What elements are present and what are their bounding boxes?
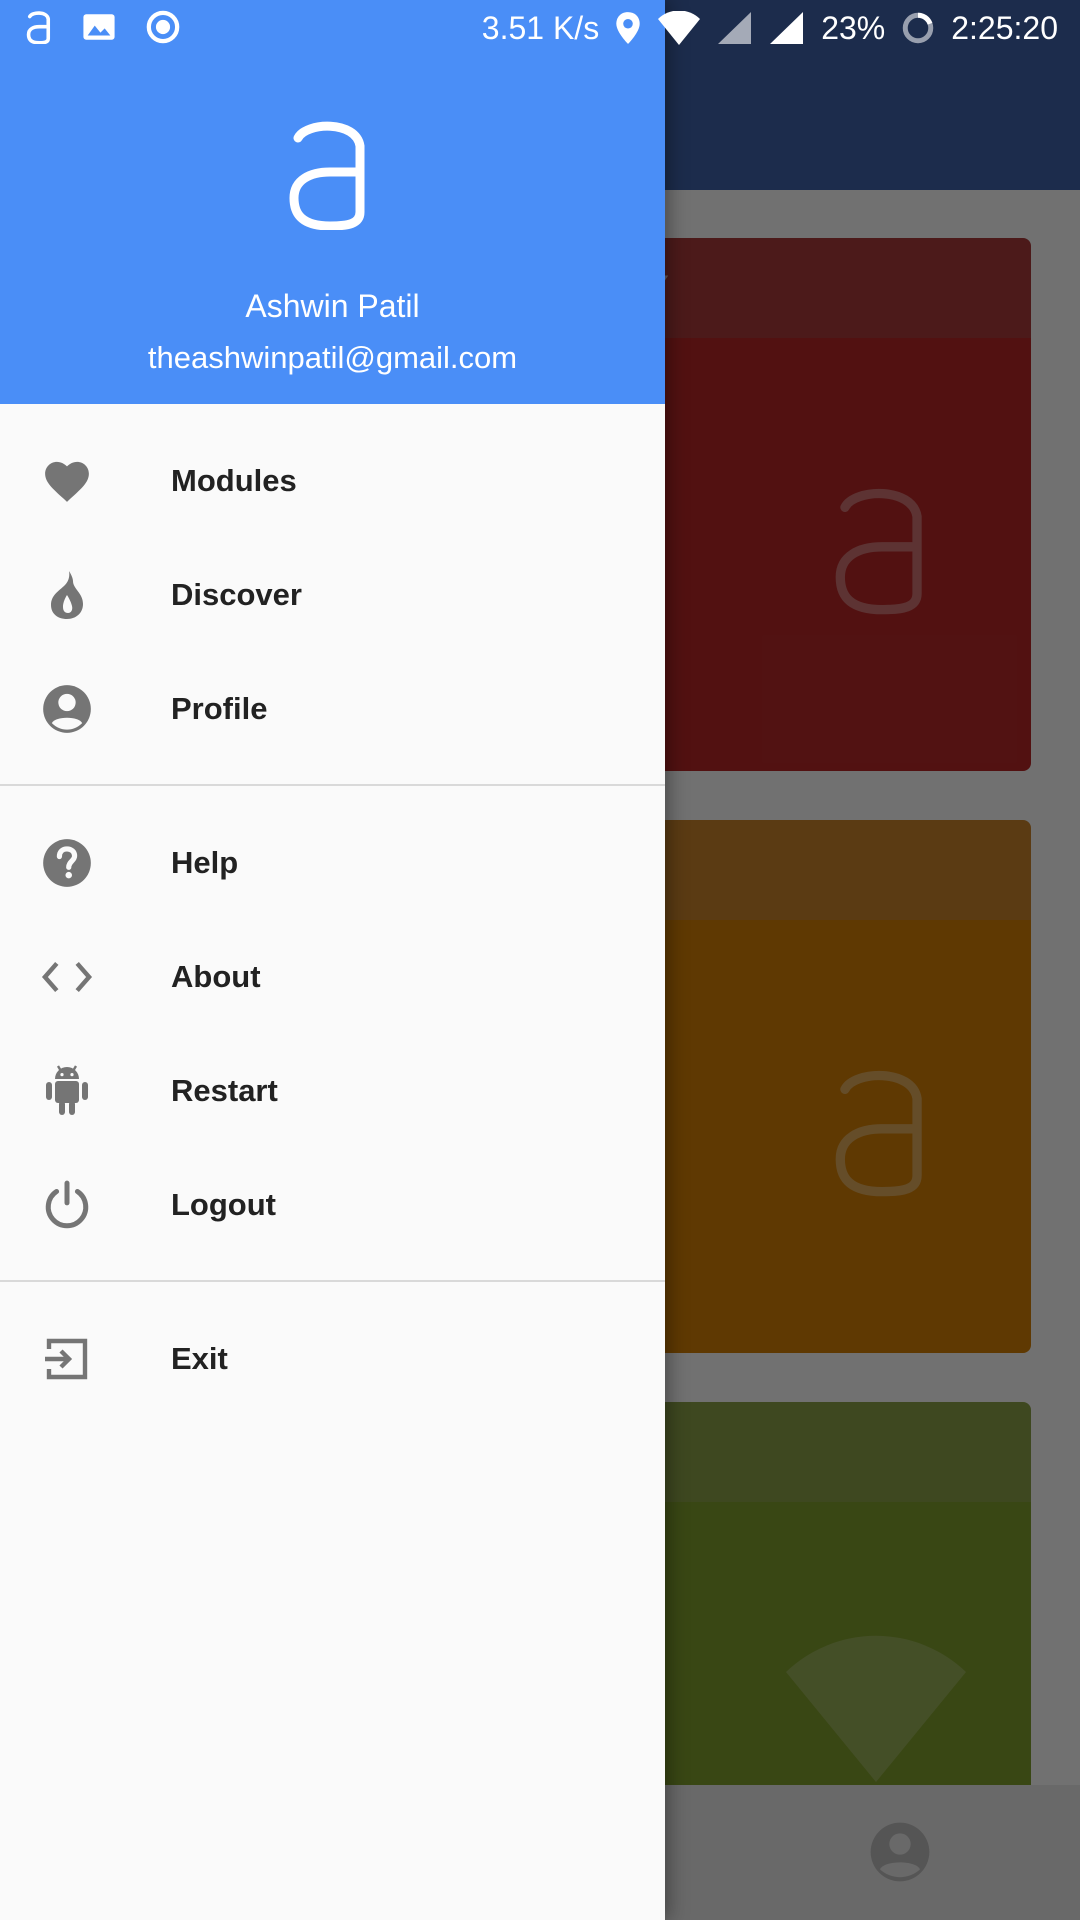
menu-item-label: About: [171, 959, 261, 994]
power-icon: [40, 1178, 94, 1232]
status-bar: 3.51 K/s 23% 2:25:20: [0, 0, 1080, 56]
divider: [0, 1280, 665, 1282]
menu-item-label: Help: [171, 845, 239, 880]
menu-item-label: Logout: [171, 1187, 277, 1222]
user-name: Ashwin Patil: [245, 288, 420, 324]
cell-signal-icon: [770, 12, 804, 44]
menu-item-about[interactable]: About: [0, 920, 665, 1034]
network-speed: 3.51 K/s: [481, 10, 600, 46]
menu-item-exit[interactable]: Exit: [0, 1302, 665, 1416]
menu-item-label: Exit: [171, 1341, 228, 1376]
image-notification-icon: [83, 14, 115, 40]
location-icon: [616, 12, 640, 44]
menu-item-help[interactable]: Help: [0, 806, 665, 920]
menu-item-label: Modules: [171, 463, 297, 498]
wifi-signal-icon: [658, 11, 701, 45]
app-logo-icon: [289, 121, 365, 230]
heart-icon: [40, 454, 94, 508]
menu-item-label: Profile: [171, 691, 268, 726]
help-icon: [40, 836, 94, 890]
menu-item-profile[interactable]: Profile: [0, 652, 665, 766]
exit-icon: [40, 1332, 94, 1386]
user-email: theashwinpatil@gmail.com: [147, 340, 518, 375]
menu-item-modules[interactable]: Modules: [0, 424, 665, 538]
menu-item-label: Restart: [171, 1073, 278, 1108]
sync-notification-icon: [146, 10, 180, 44]
flame-icon: [40, 568, 94, 622]
menu-item-discover[interactable]: Discover: [0, 538, 665, 652]
menu-item-logout[interactable]: Logout: [0, 1148, 665, 1262]
android-icon: [40, 1064, 94, 1118]
cell-signal-icon: [718, 12, 752, 44]
account-circle-icon: [40, 682, 94, 736]
navigation-drawer: Ashwin Patil theashwinpatil@gmail.com Mo…: [0, 0, 665, 1920]
menu-item-label: Discover: [171, 577, 302, 612]
code-icon: [40, 950, 94, 1004]
menu-item-restart[interactable]: Restart: [0, 1034, 665, 1148]
battery-saver-icon: [903, 12, 934, 44]
drawer-header: Ashwin Patil theashwinpatil@gmail.com: [0, 0, 665, 404]
clock: 2:25:20: [951, 10, 1058, 46]
app-notification-icon: [26, 11, 51, 44]
divider: [0, 784, 665, 786]
battery-percent: 23%: [821, 10, 886, 46]
